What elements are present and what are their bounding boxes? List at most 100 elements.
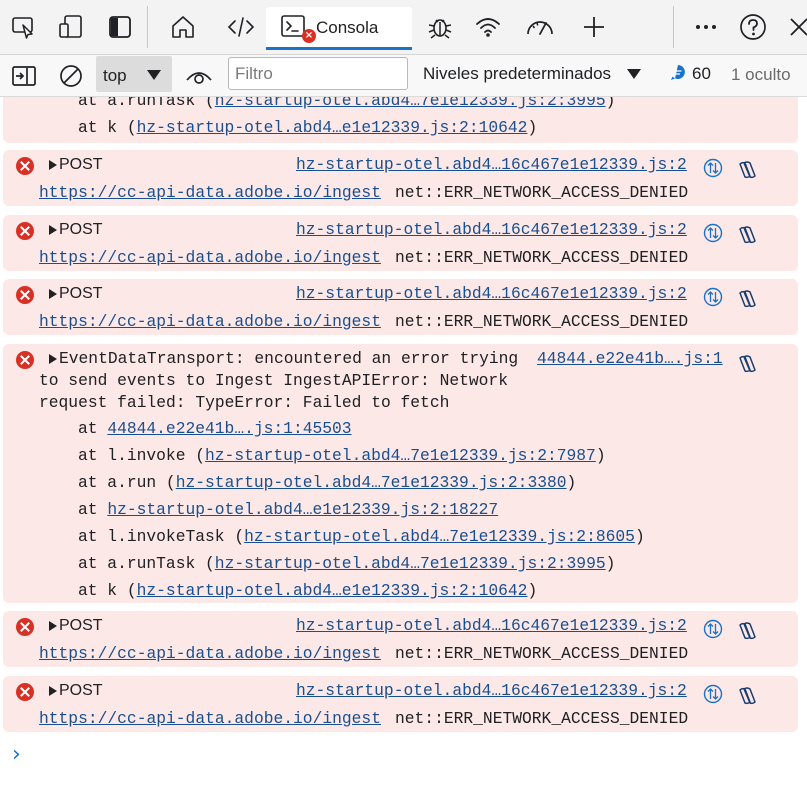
source-link[interactable]: hz-startup-otel.abd4…e1e12339.js:2:10642	[137, 581, 528, 600]
error-text: to send events to Ingest IngestAPIError:…	[39, 371, 508, 390]
add-tool-icon[interactable]	[579, 10, 609, 44]
source-link[interactable]: hz-startup-otel.abd4…16c467e1e12339.js:2	[296, 155, 687, 175]
error-icon	[16, 286, 34, 304]
request-url[interactable]: https://cc-api-data.adobe.io/ingest	[39, 709, 381, 729]
stack-frame: at 44844.e22e41b….js:1:45503	[78, 419, 352, 438]
request-url[interactable]: https://cc-api-data.adobe.io/ingest	[39, 644, 381, 664]
toggle-sidebar-icon[interactable]	[105, 10, 135, 44]
network-request-icon[interactable]	[703, 223, 723, 248]
source-link[interactable]: hz-startup-otel.abd4…e1e12339.js:2:18227	[107, 500, 498, 519]
devtools-tab-bar: × Consola	[0, 0, 807, 55]
expand-arrow-icon[interactable]	[49, 686, 57, 696]
network-request-icon[interactable]	[703, 619, 723, 644]
source-link[interactable]: hz-startup-otel.abd4…7e1e12339.js:2:3995	[215, 554, 606, 573]
stack-frame: at k (hz-startup-otel.abd4…e1e12339.js:2…	[78, 118, 538, 137]
request-method: POST	[59, 156, 103, 173]
request-url[interactable]: https://cc-api-data.adobe.io/ingest	[39, 183, 381, 203]
request-method: POST	[59, 221, 103, 238]
close-devtools-icon[interactable]	[785, 10, 807, 44]
source-link[interactable]: hz-startup-otel.abd4…7e1e12339.js:2:3380	[176, 473, 567, 492]
error-message: at a.runTask (hz-startup-otel.abd4…7e1e1…	[3, 97, 798, 143]
error-icon	[16, 351, 34, 369]
hidden-count[interactable]: 1 oculto	[731, 65, 791, 85]
source-link[interactable]: 44844.e22e41b….js:1	[537, 349, 723, 369]
copilot-explain-icon[interactable]	[736, 160, 758, 185]
expand-arrow-icon[interactable]	[49, 354, 57, 364]
network-error: net::ERR_NETWORK_ACCESS_DENIED	[395, 183, 689, 202]
error-message: POST hz-startup-otel.abd4…16c467e1e12339…	[3, 215, 798, 271]
show-sidebar-icon[interactable]	[10, 61, 38, 91]
network-request-icon[interactable]	[703, 287, 723, 312]
inspect-icon[interactable]	[9, 10, 39, 44]
chevron-down-icon	[146, 68, 162, 86]
stack-frame: at l.invokeTask (hz-startup-otel.abd4…7e…	[78, 527, 645, 546]
network-icon[interactable]	[473, 10, 503, 44]
copilot-explain-icon[interactable]	[736, 621, 758, 646]
tab-console[interactable]: × Consola	[266, 7, 412, 50]
context-selector[interactable]: top	[96, 56, 172, 92]
source-link[interactable]: hz-startup-otel.abd4…7e1e12339.js:2:3995	[215, 97, 606, 110]
console-error-badge: ×	[302, 29, 316, 43]
source-link[interactable]: 44844.e22e41b….js:1:45503	[107, 419, 351, 438]
error-message: EventDataTransport: encountered an error…	[3, 344, 798, 603]
source-link[interactable]: hz-startup-otel.abd4…e1e12339.js:2:10642	[137, 118, 528, 137]
network-error: net::ERR_NETWORK_ACCESS_DENIED	[395, 644, 689, 663]
more-tools-icon[interactable]	[691, 10, 721, 44]
network-error: net::ERR_NETWORK_ACCESS_DENIED	[395, 248, 689, 267]
console-messages: at a.runTask (hz-startup-otel.abd4…7e1e1…	[0, 97, 807, 785]
stack-frame: at a.runTask (hz-startup-otel.abd4…7e1e1…	[78, 554, 616, 573]
message-count[interactable]: 60	[669, 63, 711, 86]
error-text: request failed: TypeError: Failed to fet…	[39, 393, 450, 412]
copilot-explain-icon[interactable]	[736, 289, 758, 314]
elements-icon[interactable]	[226, 10, 256, 44]
stack-frame: at a.run (hz-startup-otel.abd4…7e1e12339…	[78, 473, 577, 492]
source-link[interactable]: hz-startup-otel.abd4…16c467e1e12339.js:2	[296, 284, 687, 304]
live-expression-eye-icon[interactable]	[185, 61, 213, 91]
device-emulation-icon[interactable]	[56, 10, 86, 44]
message-bubble-icon	[671, 65, 685, 80]
error-message: POST hz-startup-otel.abd4…16c467e1e12339…	[3, 676, 798, 732]
issues-bug-icon[interactable]	[425, 10, 455, 44]
copilot-explain-icon[interactable]	[736, 225, 758, 250]
filter-input[interactable]	[228, 57, 408, 90]
source-link[interactable]: hz-startup-otel.abd4…16c467e1e12339.js:2	[296, 681, 687, 701]
request-url[interactable]: https://cc-api-data.adobe.io/ingest	[39, 248, 381, 268]
context-selector-value: top	[103, 66, 127, 85]
clear-console-icon[interactable]	[57, 61, 85, 91]
copilot-explain-icon[interactable]	[736, 354, 758, 379]
source-link[interactable]: hz-startup-otel.abd4…7e1e12339.js:2:8605	[244, 527, 635, 546]
source-link[interactable]: hz-startup-otel.abd4…16c467e1e12339.js:2	[296, 220, 687, 240]
stack-frame: at l.invoke (hz-startup-otel.abd4…7e1e12…	[78, 446, 606, 465]
message-count-value: 60	[692, 64, 711, 83]
expand-arrow-icon[interactable]	[49, 621, 57, 631]
network-error: net::ERR_NETWORK_ACCESS_DENIED	[395, 312, 689, 331]
expand-arrow-icon[interactable]	[49, 225, 57, 235]
console-prompt-chevron[interactable]: ›	[12, 742, 21, 767]
error-message: POST hz-startup-otel.abd4…16c467e1e12339…	[3, 611, 798, 667]
chevron-down-icon[interactable]	[626, 67, 642, 85]
performance-icon[interactable]	[525, 10, 555, 44]
request-method: POST	[59, 285, 103, 302]
stack-frame: at hz-startup-otel.abd4…e1e12339.js:2:18…	[78, 500, 499, 519]
error-message: POST hz-startup-otel.abd4…16c467e1e12339…	[3, 150, 798, 206]
network-request-icon[interactable]	[703, 684, 723, 709]
tab-console-label: Consola	[316, 18, 379, 37]
expand-arrow-icon[interactable]	[49, 289, 57, 299]
help-icon[interactable]	[738, 10, 768, 44]
expand-arrow-icon[interactable]	[49, 160, 57, 170]
active-tab-indicator	[266, 47, 412, 50]
request-method: POST	[59, 617, 103, 634]
source-link[interactable]: hz-startup-otel.abd4…7e1e12339.js:2:7987	[205, 446, 596, 465]
log-levels-dropdown[interactable]: Niveles predeterminados	[423, 64, 611, 84]
copilot-explain-icon[interactable]	[736, 686, 758, 711]
console-toolbar: top Niveles predeterminados 60 1 oculto	[0, 55, 807, 97]
network-request-icon[interactable]	[703, 158, 723, 183]
error-icon	[16, 222, 34, 240]
stack-frame: at k (hz-startup-otel.abd4…e1e12339.js:2…	[78, 581, 538, 600]
network-error: net::ERR_NETWORK_ACCESS_DENIED	[395, 709, 689, 728]
request-url[interactable]: https://cc-api-data.adobe.io/ingest	[39, 312, 381, 332]
error-text: EventDataTransport: encountered an error…	[59, 349, 519, 368]
error-icon	[16, 618, 34, 636]
welcome-home-icon[interactable]	[168, 10, 198, 44]
source-link[interactable]: hz-startup-otel.abd4…16c467e1e12339.js:2	[296, 616, 687, 636]
